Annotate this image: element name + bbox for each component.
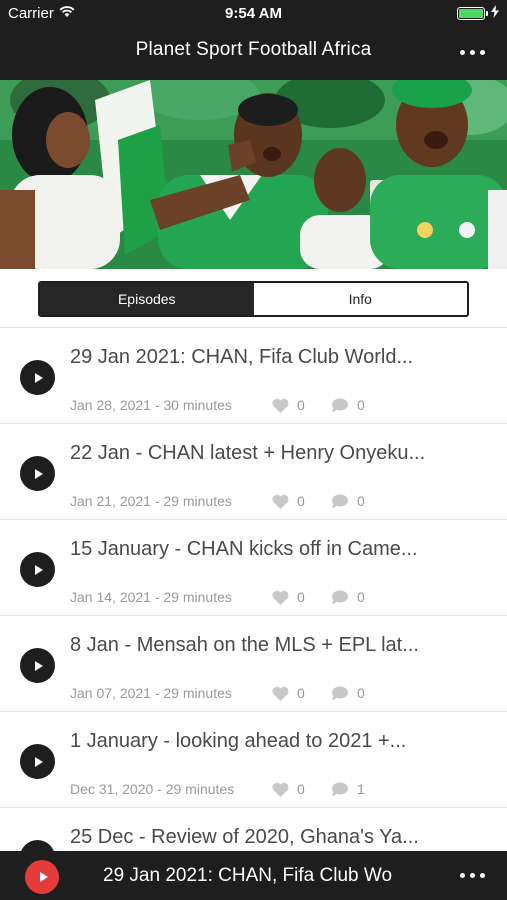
episode-title: 1 January - looking ahead to 2021 +... xyxy=(70,730,407,752)
like-count: 0 xyxy=(297,397,305,413)
episode-row[interactable]: 1 January - looking ahead to 2021 +... D… xyxy=(0,712,507,808)
play-episode-button[interactable] xyxy=(20,744,55,779)
comment-control[interactable]: 1 xyxy=(331,781,365,797)
comment-control[interactable]: 0 xyxy=(331,493,365,509)
like-control[interactable]: 0 xyxy=(272,685,305,701)
comment-count: 0 xyxy=(357,397,365,413)
episodes-info-segmented-control: Episodes Info xyxy=(38,281,469,317)
episode-row[interactable]: 29 Jan 2021: CHAN, Fifa Club World... Ja… xyxy=(0,328,507,424)
tab-info[interactable]: Info xyxy=(253,283,467,315)
play-episode-button[interactable] xyxy=(20,456,55,491)
comment-icon xyxy=(331,494,348,509)
episode-title: 15 January - CHAN kicks off in Came... xyxy=(70,538,418,560)
comment-control[interactable]: 0 xyxy=(331,685,365,701)
comment-count: 0 xyxy=(357,493,365,509)
nav-bar: Planet Sport Football Africa xyxy=(0,28,507,80)
episode-row[interactable]: 15 January - CHAN kicks off in Came... J… xyxy=(0,520,507,616)
heart-icon xyxy=(272,686,289,701)
episode-list: 29 Jan 2021: CHAN, Fifa Club World... Ja… xyxy=(0,328,507,900)
battery-icon xyxy=(457,7,488,20)
player-play-button[interactable] xyxy=(25,860,59,894)
now-playing-title: 29 Jan 2021: CHAN, Fifa Club Wo xyxy=(103,865,393,886)
play-icon xyxy=(35,372,43,383)
comment-count: 0 xyxy=(357,589,365,605)
now-playing-bar[interactable]: 29 Jan 2021: CHAN, Fifa Club Wo xyxy=(0,851,507,900)
episode-row[interactable]: 8 Jan - Mensah on the MLS + EPL lat... J… xyxy=(0,616,507,712)
play-icon xyxy=(39,872,48,882)
episode-title: 8 Jan - Mensah on the MLS + EPL lat... xyxy=(70,634,419,656)
more-options-icon[interactable] xyxy=(460,50,485,55)
tab-episodes[interactable]: Episodes xyxy=(40,283,254,315)
play-icon xyxy=(35,756,43,767)
like-count: 0 xyxy=(297,781,305,797)
comment-icon xyxy=(331,782,348,797)
comment-control[interactable]: 0 xyxy=(331,397,365,413)
comment-count: 1 xyxy=(357,781,365,797)
page-title: Planet Sport Football Africa xyxy=(135,39,372,60)
play-icon xyxy=(35,564,43,575)
banner-illustration xyxy=(0,80,507,269)
episode-date-duration: Dec 31, 2020 - 29 minutes xyxy=(70,781,235,797)
like-count: 0 xyxy=(297,493,305,509)
comment-count: 0 xyxy=(357,685,365,701)
like-count: 0 xyxy=(297,589,305,605)
episode-date-duration: Jan 21, 2021 - 29 minutes xyxy=(70,493,232,509)
comment-icon xyxy=(331,398,348,413)
like-control[interactable]: 0 xyxy=(272,589,305,605)
episode-title: 22 Jan - CHAN latest + Henry Onyeku... xyxy=(70,442,426,464)
like-control[interactable]: 0 xyxy=(272,493,305,509)
like-control[interactable]: 0 xyxy=(272,397,305,413)
episode-date-duration: Jan 07, 2021 - 29 minutes xyxy=(70,685,232,701)
episode-row[interactable]: 22 Jan - CHAN latest + Henry Onyeku... J… xyxy=(0,424,507,520)
comment-control[interactable]: 0 xyxy=(331,589,365,605)
episode-title: 29 Jan 2021: CHAN, Fifa Club World... xyxy=(70,346,414,368)
podcast-banner-image xyxy=(0,80,507,269)
comment-icon xyxy=(331,590,348,605)
status-bar: Carrier 9:54 AM xyxy=(0,0,507,28)
episode-title: 25 Dec - Review of 2020, Ghana's Ya... xyxy=(70,826,419,848)
heart-icon xyxy=(272,782,289,797)
episode-date-duration: Jan 28, 2021 - 30 minutes xyxy=(70,397,232,413)
heart-icon xyxy=(272,398,289,413)
like-control[interactable]: 0 xyxy=(272,781,305,797)
player-more-icon[interactable] xyxy=(460,873,485,878)
episode-date-duration: Jan 14, 2021 - 29 minutes xyxy=(70,589,232,605)
play-episode-button[interactable] xyxy=(20,360,55,395)
comment-icon xyxy=(331,686,348,701)
play-icon xyxy=(35,468,43,479)
heart-icon xyxy=(272,590,289,605)
heart-icon xyxy=(272,494,289,509)
play-icon xyxy=(35,660,43,671)
like-count: 0 xyxy=(297,685,305,701)
status-time: 9:54 AM xyxy=(225,5,282,22)
charging-icon xyxy=(491,5,499,21)
play-episode-button[interactable] xyxy=(20,648,55,683)
play-episode-button[interactable] xyxy=(20,552,55,587)
